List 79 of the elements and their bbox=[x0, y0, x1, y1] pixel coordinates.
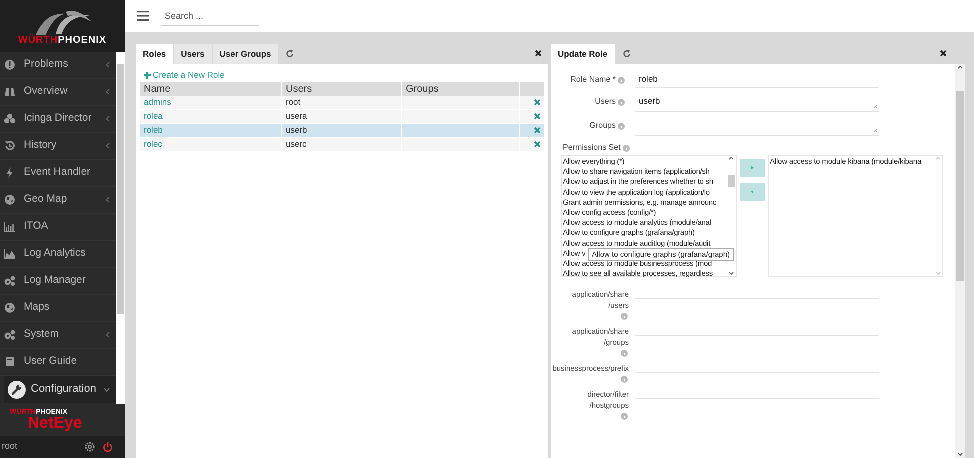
info-icon bbox=[618, 122, 625, 130]
resize-grip-icon bbox=[874, 129, 878, 133]
close-icon[interactable] bbox=[535, 50, 542, 57]
globe-icon bbox=[4, 194, 16, 206]
scrollbar-thumb[interactable] bbox=[956, 91, 964, 281]
table-row[interactable]: roleb userb bbox=[140, 124, 544, 138]
chevron-left-icon bbox=[106, 197, 110, 203]
table-cell: root bbox=[286, 96, 301, 109]
delete-icon[interactable] bbox=[534, 141, 541, 148]
info-icon bbox=[618, 98, 625, 106]
scrollbar-thumb[interactable] bbox=[117, 64, 124, 314]
chevron-up-icon bbox=[958, 66, 962, 69]
wrench-icon bbox=[8, 380, 26, 398]
chevron-down-icon bbox=[104, 388, 110, 392]
chevron-down-icon bbox=[958, 453, 962, 456]
table-cell: userc bbox=[286, 138, 307, 151]
search-field[interactable]: Search ... bbox=[161, 6, 259, 26]
globe-icon bbox=[4, 302, 16, 314]
resize-grip-icon bbox=[874, 105, 878, 109]
power-icon[interactable] bbox=[103, 442, 113, 452]
username: root bbox=[2, 440, 19, 454]
info-icon bbox=[621, 376, 628, 383]
info-icon bbox=[621, 413, 628, 420]
gears-icon bbox=[4, 275, 16, 287]
chevron-left-icon bbox=[106, 89, 110, 95]
plus-icon bbox=[144, 72, 151, 79]
input-field[interactable]: roleb bbox=[635, 70, 879, 88]
field-label: Role Name * bbox=[570, 74, 616, 86]
nav-item[interactable]: Configuration bbox=[4, 376, 116, 403]
table-cell: usera bbox=[286, 110, 308, 123]
scrollbar[interactable] bbox=[955, 64, 965, 458]
history-icon bbox=[4, 140, 16, 152]
product-name: NetEye bbox=[27, 416, 84, 432]
list-box[interactable] bbox=[561, 155, 737, 277]
field-label: Users bbox=[595, 96, 616, 108]
close-icon[interactable] bbox=[940, 50, 947, 57]
info-icon bbox=[618, 76, 625, 84]
delete-icon[interactable] bbox=[534, 127, 541, 134]
refresh-icon[interactable] bbox=[286, 50, 294, 58]
table-row[interactable]: rolea usera bbox=[140, 110, 544, 124]
area-chart-icon bbox=[4, 248, 16, 260]
chevron-left-icon bbox=[106, 143, 110, 149]
table-row[interactable]: rolec userc bbox=[140, 138, 544, 152]
menu-icon[interactable] bbox=[137, 11, 149, 21]
settings-icon[interactable] bbox=[85, 442, 95, 452]
chevron-left-icon bbox=[106, 62, 110, 68]
bar-chart-icon bbox=[4, 221, 16, 233]
gears-icon bbox=[4, 329, 16, 341]
refresh-icon[interactable] bbox=[622, 50, 631, 58]
role-link[interactable]: admins bbox=[144, 96, 172, 109]
tab[interactable]: Users bbox=[174, 44, 212, 64]
binoculars-icon bbox=[4, 86, 16, 98]
bolt-icon bbox=[4, 167, 16, 179]
table-row[interactable]: admins root bbox=[140, 96, 544, 110]
input-field[interactable]: userb bbox=[635, 92, 879, 112]
table-cell: userb bbox=[286, 124, 308, 137]
info-icon bbox=[622, 144, 630, 152]
chevron-down-icon bbox=[729, 272, 734, 275]
scrollbar-thumb[interactable] bbox=[728, 175, 735, 187]
tab[interactable]: Update Role bbox=[551, 44, 615, 64]
tab[interactable]: User Groups bbox=[212, 44, 278, 64]
delete-icon[interactable] bbox=[534, 113, 541, 120]
scrollbar[interactable] bbox=[116, 52, 125, 404]
cubes-icon bbox=[4, 113, 16, 125]
alert-icon bbox=[4, 59, 16, 71]
role-link[interactable]: rolea bbox=[144, 110, 163, 123]
field-label: Permissions Set bbox=[563, 142, 621, 154]
chevron-left-icon bbox=[106, 116, 110, 122]
info-icon bbox=[621, 313, 628, 320]
chevron-left-icon bbox=[106, 332, 110, 338]
info-icon bbox=[621, 350, 628, 357]
brand-text: WÜRTH bbox=[18, 36, 58, 46]
delete-icon[interactable] bbox=[534, 99, 541, 106]
brand-text: PHOENIX bbox=[58, 36, 107, 46]
role-link[interactable]: rolec bbox=[144, 138, 162, 151]
field-label: Groups bbox=[590, 120, 616, 132]
chevron-up-icon bbox=[729, 157, 734, 160]
tab[interactable]: Roles bbox=[136, 44, 174, 64]
book-icon bbox=[4, 356, 16, 368]
